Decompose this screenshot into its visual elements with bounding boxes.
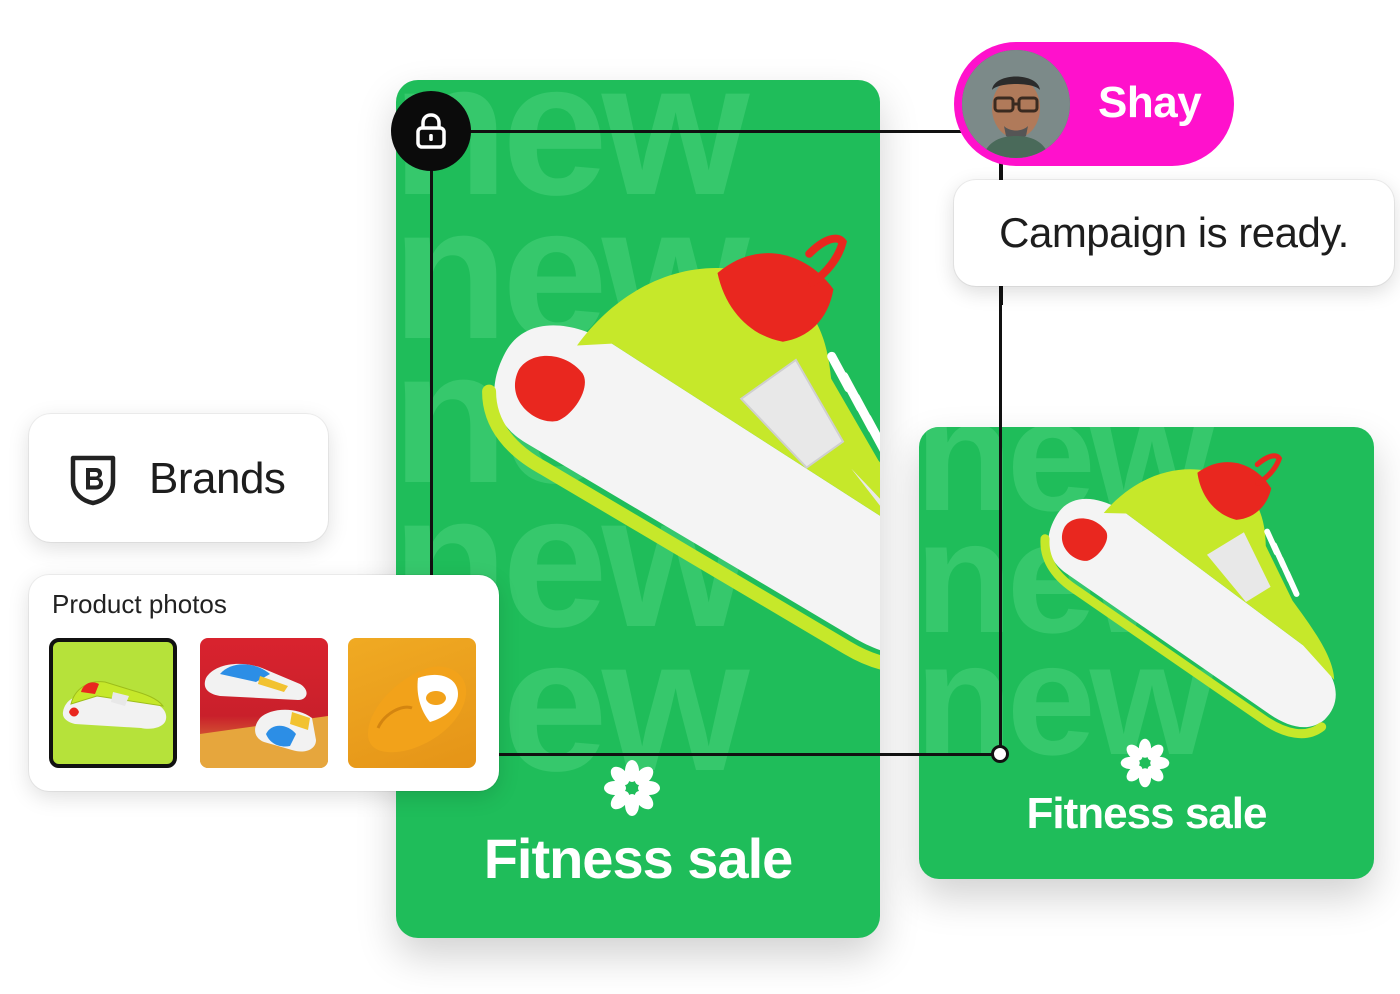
- collaborator-name: Shay: [1098, 78, 1202, 127]
- comment-text: Campaign is ready.: [999, 209, 1349, 256]
- lock-button[interactable]: [391, 91, 471, 171]
- brand-shield-icon: [70, 455, 116, 506]
- avatar-photo-icon: [962, 50, 1070, 158]
- orange-sneaker-thumbnail: [368, 666, 467, 753]
- sale-flower-icon: [604, 760, 660, 816]
- sale-flower-icon: [1120, 738, 1170, 788]
- ad-card-small[interactable]: new new new Fitness sale: [919, 427, 1374, 879]
- brands-label: Brands: [149, 454, 286, 503]
- product-photos-panel: Product photos: [29, 575, 499, 791]
- resize-handle[interactable]: [991, 745, 1009, 763]
- ad-title: Fitness sale: [1026, 789, 1268, 838]
- canvas: new new new new new: [0, 0, 1400, 994]
- collaborator-pill[interactable]: Shay: [954, 42, 1234, 166]
- photo-thumbnail[interactable]: [348, 638, 476, 768]
- sneaker-image: [1040, 453, 1336, 739]
- comment-bubble[interactable]: Campaign is ready.: [954, 180, 1394, 286]
- ad-title: Fitness sale: [483, 827, 794, 890]
- multicolor-sneakers-thumbnail: [200, 663, 328, 768]
- ad-card-large[interactable]: new new new new new: [396, 80, 880, 938]
- brands-panel[interactable]: Brands: [29, 414, 328, 542]
- connector-line: [1000, 285, 1003, 305]
- connector-line: [470, 130, 960, 133]
- avatar: [962, 50, 1070, 158]
- panel-title: Product photos: [52, 589, 227, 619]
- photo-thumbnail[interactable]: [200, 638, 328, 768]
- sneaker-image: [482, 234, 880, 673]
- lime-sneaker-thumbnail: [62, 681, 167, 729]
- photo-thumbnail-selected[interactable]: [49, 638, 177, 768]
- lock-icon: [416, 113, 446, 149]
